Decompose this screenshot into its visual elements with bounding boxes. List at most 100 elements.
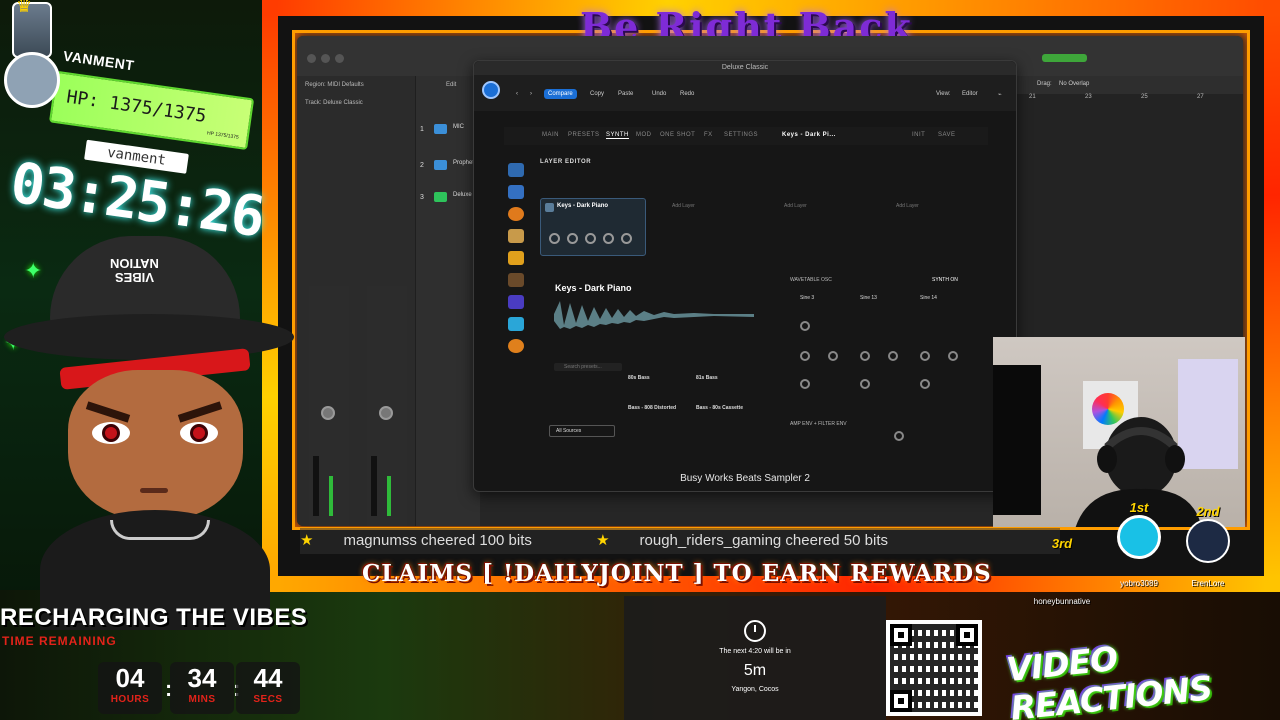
- osc-knob[interactable]: [800, 379, 810, 389]
- layer-knob[interactable]: [585, 233, 596, 244]
- layer-knob[interactable]: [567, 233, 578, 244]
- edit-menu[interactable]: Edit: [446, 82, 456, 88]
- track-label[interactable]: Track: Deluxe Classic: [305, 100, 363, 106]
- sidebar-icon[interactable]: [508, 251, 524, 265]
- layer-name: Keys - Dark Piano: [555, 283, 632, 293]
- layer-knob[interactable]: [621, 233, 632, 244]
- plugin-sidebar: [504, 153, 528, 383]
- osc-knob[interactable]: [920, 351, 930, 361]
- preset-item[interactable]: 81s Bass: [696, 375, 718, 381]
- qr-code[interactable]: [886, 620, 982, 716]
- layer-card[interactable]: Keys - Dark Piano: [540, 198, 646, 256]
- window-dot-icon[interactable]: [307, 54, 316, 63]
- sidebar-icon[interactable]: [508, 273, 524, 287]
- preset-item[interactable]: 80s Bass: [628, 375, 650, 381]
- hp-value: HP: 1375/1375: [65, 86, 208, 127]
- layer-knob[interactable]: [549, 233, 560, 244]
- osc-knob[interactable]: [948, 351, 958, 361]
- add-layer-button[interactable]: Add Layer: [896, 203, 919, 209]
- sidebar-icon[interactable]: [508, 163, 524, 177]
- star-icon: ★: [596, 532, 610, 549]
- pan-knob[interactable]: [321, 406, 335, 420]
- tab-presets[interactable]: PRESETS: [568, 132, 600, 138]
- user-avatar-icon: [1117, 515, 1161, 559]
- tab-mod[interactable]: MOD: [636, 132, 652, 138]
- brow: [85, 401, 131, 423]
- sidebar-icon[interactable]: [508, 295, 524, 309]
- add-layer-button[interactable]: Add Layer: [784, 203, 807, 209]
- sine-select[interactable]: Sine 14: [920, 295, 937, 301]
- window-dot-icon[interactable]: [335, 54, 344, 63]
- osc-knob[interactable]: [800, 351, 810, 361]
- power-icon[interactable]: [482, 81, 500, 99]
- osc-knob[interactable]: [828, 351, 838, 361]
- back-icon[interactable]: ‹: [512, 89, 522, 99]
- sidebar-icon[interactable]: [508, 207, 524, 221]
- track-instrument-icon: [434, 192, 447, 202]
- track-name: MIC: [453, 124, 464, 130]
- sidebar-icon[interactable]: [508, 229, 524, 243]
- tab-fx[interactable]: FX: [704, 132, 713, 138]
- redo-button[interactable]: Redo: [676, 89, 698, 99]
- sidebar-icon[interactable]: [508, 339, 524, 353]
- view-select[interactable]: Editor: [958, 89, 982, 99]
- tab-synth[interactable]: SYNTH: [606, 132, 629, 139]
- osc-knob[interactable]: [920, 379, 930, 389]
- pan-knob[interactable]: [379, 406, 393, 420]
- window-dot-icon[interactable]: [321, 54, 330, 63]
- layer-editor-title: LAYER EDITOR: [540, 159, 592, 165]
- osc-knob[interactable]: [888, 351, 898, 361]
- ticker-text: rough_riders_gaming cheered 50 bits: [639, 532, 889, 549]
- source-select[interactable]: All Sources: [549, 425, 615, 437]
- region-label[interactable]: Region: MIDI Defaults: [305, 82, 364, 88]
- add-layer-button[interactable]: Add Layer: [672, 203, 695, 209]
- env-knob[interactable]: [894, 431, 904, 441]
- drag-mode-select[interactable]: No Overlap: [1059, 81, 1089, 87]
- supporter-rank: 1st: [1129, 500, 1149, 515]
- daw-inspector: Region: MIDI Defaults Track: Deluxe Clas…: [297, 76, 415, 526]
- volume-fader[interactable]: [313, 456, 319, 516]
- paste-button[interactable]: Paste: [614, 89, 637, 99]
- osc-knob[interactable]: [800, 321, 810, 331]
- forward-icon[interactable]: ›: [526, 89, 536, 99]
- tab-main[interactable]: MAIN: [542, 132, 559, 138]
- preset-item[interactable]: Bass - 80s Cassette: [696, 405, 743, 411]
- webcam-feed: [993, 337, 1245, 527]
- arrange-area[interactable]: Drag: No Overlap 21 23 25 27: [1017, 76, 1243, 376]
- init-button[interactable]: INIT: [912, 132, 925, 138]
- compare-button[interactable]: Compare: [544, 89, 577, 99]
- ticker-item: ★ magnumss cheered 100 bits: [300, 528, 562, 554]
- plugin-window[interactable]: Deluxe Classic ‹ › Compare Copy Paste Un…: [473, 60, 1017, 492]
- drag-label: Drag:: [1037, 81, 1052, 87]
- character-face: [68, 370, 243, 520]
- track-row[interactable]: 2 Prophet: [420, 156, 480, 184]
- preset-item[interactable]: Bass - 808 Distorted: [628, 405, 676, 411]
- layer-icon: [545, 203, 554, 212]
- level-meter: [329, 476, 333, 516]
- tab-settings[interactable]: SETTINGS: [724, 132, 758, 138]
- sidebar-icon[interactable]: [508, 185, 524, 199]
- player-portrait: [4, 52, 60, 108]
- current-patch[interactable]: Keys - Dark Pi...: [782, 132, 836, 138]
- layer-knob[interactable]: [603, 233, 614, 244]
- preset-search-input[interactable]: Search presets...: [554, 363, 622, 371]
- synth-on-toggle[interactable]: SYNTH ON: [932, 277, 958, 283]
- tab-one-shot[interactable]: ONE SHOT: [660, 132, 695, 138]
- link-icon[interactable]: ⌁: [994, 89, 1006, 100]
- copy-button[interactable]: Copy: [586, 89, 608, 99]
- sidebar-icon[interactable]: [508, 317, 524, 331]
- save-button[interactable]: SAVE: [938, 132, 956, 138]
- volume-fader[interactable]: [371, 456, 377, 516]
- sine-select[interactable]: Sine 13: [860, 295, 877, 301]
- hat-text-line: VIBES: [114, 270, 154, 285]
- supporter-rank: 3rd: [1051, 536, 1073, 551]
- plugin-footer: Busy Works Beats Sampler 2: [680, 473, 810, 484]
- undo-button[interactable]: Undo: [648, 89, 670, 99]
- sine-select[interactable]: Sine 3: [800, 295, 814, 301]
- timeline-ruler[interactable]: 21 23 25 27: [1017, 94, 1243, 106]
- track-row[interactable]: 1 MIC: [420, 120, 480, 148]
- hp-mini-value: HP 1375/1375: [206, 130, 240, 141]
- osc-knob[interactable]: [860, 379, 870, 389]
- track-row[interactable]: 3 Deluxe: [420, 188, 480, 216]
- osc-knob[interactable]: [860, 351, 870, 361]
